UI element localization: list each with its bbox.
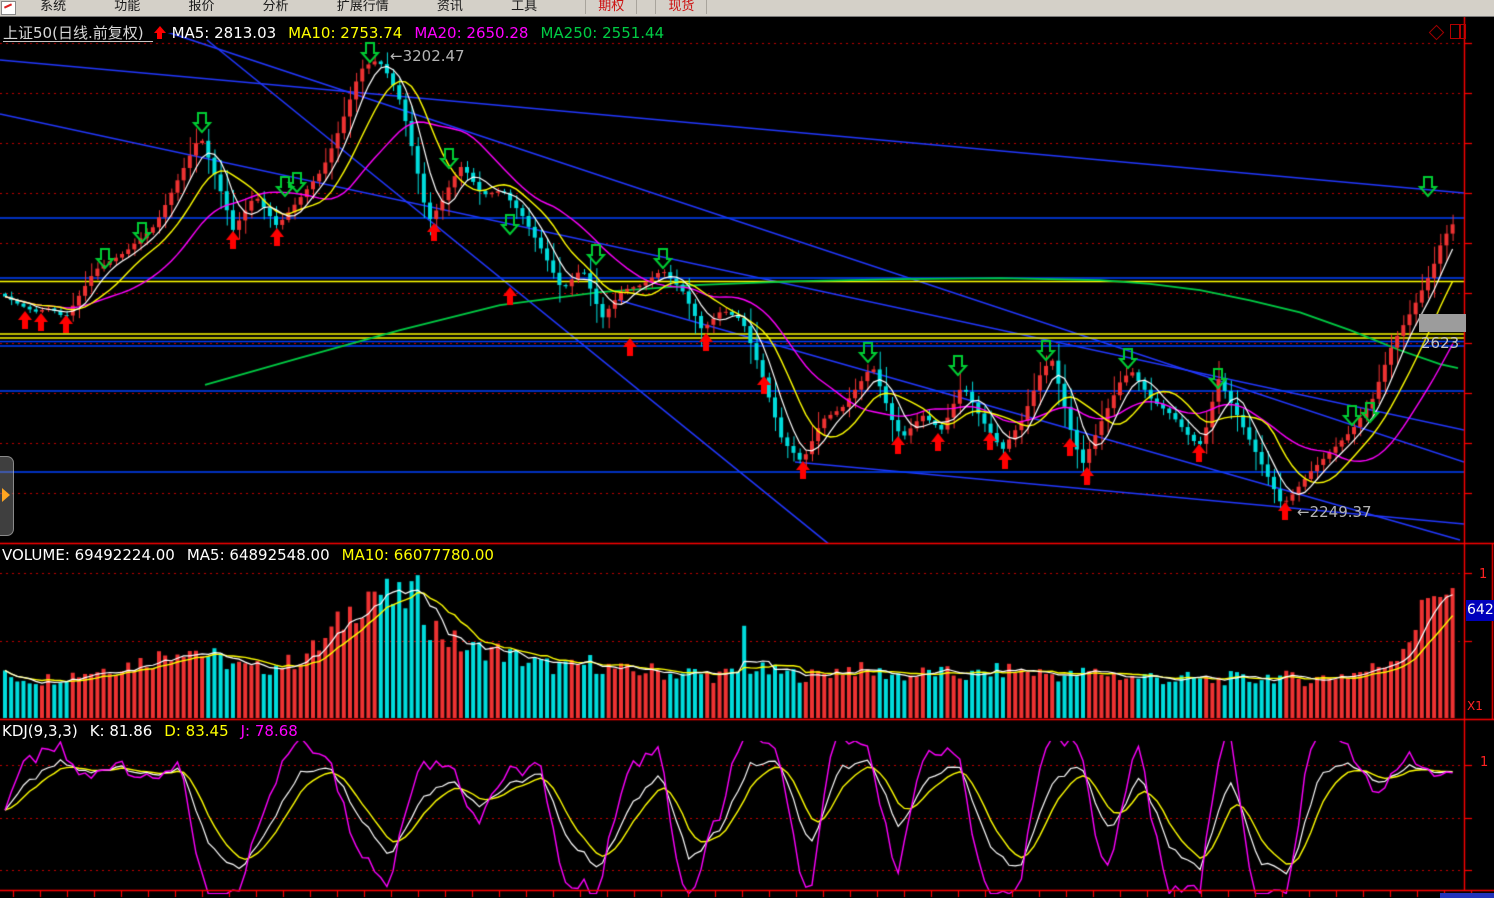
- trend-up-arrow-icon: [154, 26, 166, 40]
- main-pane-header: 上证50(日线.前复权) MA5: 2813.03 MA10: 2753.74 MA2…: [3, 22, 664, 43]
- ma20-value: MA20: 2650.28: [414, 24, 528, 42]
- volume-axis-scale-label: X1: [1467, 699, 1483, 713]
- ma5-value: MA5: 2813.03: [172, 24, 277, 42]
- price-line-value: 2623: [1421, 334, 1459, 352]
- ma250-value: MA250: 2551.44: [540, 24, 664, 42]
- menu-item-spot[interactable]: 现货: [655, 0, 707, 14]
- trading-app-window: 系统 功能 报价 分析 扩展行情 资讯 工具 期权 现货 模拟交易不显示 上证-…: [0, 0, 1494, 898]
- low-price-label: ←2249.37: [1297, 503, 1372, 521]
- high-price-label: ←3202.47: [390, 47, 465, 65]
- menu-item-extended[interactable]: 扩展行情: [337, 0, 389, 14]
- symbol-title[interactable]: 上证50(日线.前复权): [3, 24, 144, 42]
- menu-item-function[interactable]: 功能: [114, 0, 140, 14]
- volume-axis-top-label: 1: [1479, 567, 1487, 582]
- menu-item-tools[interactable]: 工具: [511, 0, 537, 14]
- app-icon[interactable]: [1, 1, 16, 15]
- kdj-pane-header: KDJ(9,3,3) K: 81.86 D: 83.45 J: 78.68: [2, 722, 298, 740]
- title-underline: [3, 41, 153, 42]
- menu-bar: 系统 功能 报价 分析 扩展行情 资讯 工具 期权 现货 模拟交易不显示 上证-…: [0, 0, 1494, 17]
- volume-value: VOLUME: 69492224.00: [2, 546, 175, 564]
- menu-item-analysis[interactable]: 分析: [263, 0, 289, 14]
- expand-arrow-icon: [2, 488, 10, 502]
- menu-item-news[interactable]: 资讯: [437, 0, 463, 14]
- horizontal-scrollbar[interactable]: [1440, 893, 1494, 898]
- menu-item-options[interactable]: 期权: [585, 0, 637, 14]
- kdj-title: KDJ(9,3,3): [2, 722, 78, 740]
- kdj-d-value: D: 83.45: [164, 722, 228, 740]
- menu-item-quote[interactable]: 报价: [188, 0, 214, 14]
- split-window-icon[interactable]: [1450, 24, 1466, 39]
- volume-ma10-value: MA10: 66077780.00: [342, 546, 494, 564]
- kdj-j-value: J: 78.68: [241, 722, 298, 740]
- price-line-handle[interactable]: [1419, 314, 1466, 332]
- volume-pane-header: VOLUME: 69492224.00 MA5: 64892548.00 MA10:…: [2, 546, 494, 564]
- kdj-k-value: K: 81.86: [90, 722, 153, 740]
- menu-item-system[interactable]: 系统: [40, 0, 66, 14]
- ma10-value: MA10: 2753.74: [288, 24, 402, 42]
- kdj-axis-top-label: 1: [1480, 755, 1488, 770]
- chart-canvas[interactable]: [0, 0, 1494, 898]
- volume-ma5-value: MA5: 64892548.00: [187, 546, 330, 564]
- volume-axis-current-label: 642: [1466, 600, 1494, 621]
- sidebar-flyout-tab[interactable]: [0, 456, 14, 536]
